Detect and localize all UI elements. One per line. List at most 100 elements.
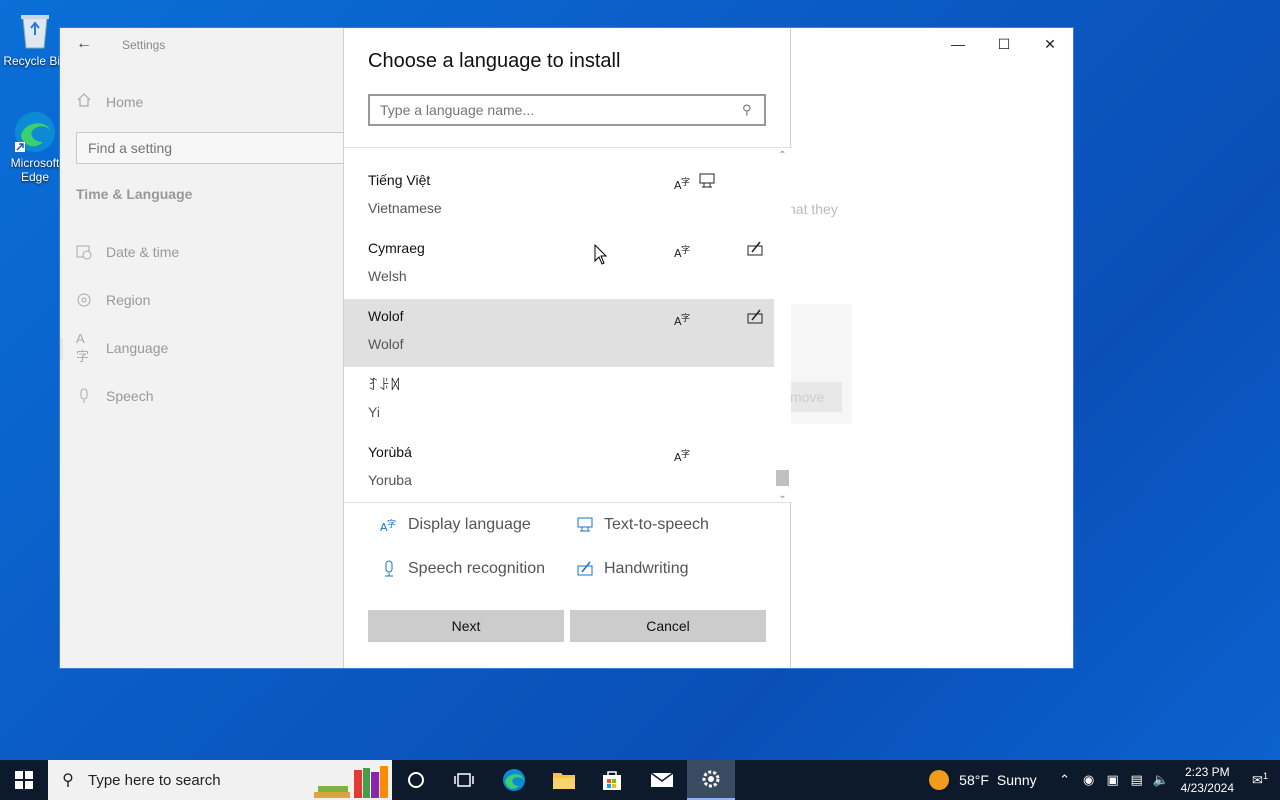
legend-handwriting: Handwriting — [576, 560, 688, 578]
language-english-name: Wolof — [368, 336, 404, 352]
svg-text:字: 字 — [387, 518, 396, 530]
mouse-cursor-icon — [594, 244, 608, 265]
file-explorer-button[interactable] — [540, 760, 588, 800]
nav-item-region[interactable]: Region — [76, 292, 150, 308]
text-to-speech-icon — [577, 517, 593, 532]
language-row-welsh[interactable]: Cymraeg Welsh A字 — [344, 231, 774, 299]
clock[interactable]: 2:23 PM 4/23/2024 — [1181, 764, 1234, 796]
close-button[interactable]: ✕ — [1027, 28, 1073, 60]
active-indicator — [60, 338, 63, 360]
legend-text-to-speech: Text-to-speech — [576, 516, 709, 534]
display-language-icon: A字 — [674, 244, 690, 260]
record-icon[interactable]: ◉ — [1077, 772, 1101, 788]
nav-item-label: Region — [106, 292, 151, 308]
language-row-vietnamese[interactable]: Tiếng Việt Vietnamese A字 — [344, 163, 774, 231]
nav-item-label: Language — [106, 340, 169, 356]
cancel-button[interactable]: Cancel — [570, 610, 766, 642]
mail-button[interactable] — [638, 760, 686, 800]
nav-item-label: Speech — [106, 388, 154, 404]
language-list: Tiếng Việt Vietnamese A字 Cymraeg Welsh A… — [344, 147, 792, 503]
cortana-circle-icon — [408, 772, 424, 788]
background-text: hat they — [788, 201, 838, 217]
weather-temp[interactable]: 58°F — [959, 772, 989, 788]
language-row-yoruba[interactable]: Yorùbá Yoruba A字 — [344, 435, 774, 502]
nav-item-language[interactable]: A字 Language — [76, 331, 169, 364]
language-search-input[interactable] — [370, 96, 730, 124]
language-english-name: Welsh — [368, 268, 407, 284]
store-bag-icon — [603, 771, 621, 790]
nav-item-label: Date & time — [106, 244, 180, 260]
folder-icon — [553, 773, 575, 789]
list-scrollbar[interactable]: ⌃ ⌄ — [774, 148, 791, 502]
language-search-box: ⚲ — [368, 94, 766, 126]
chevron-up-icon[interactable]: ⌃ — [1053, 772, 1077, 788]
clock-time: 2:23 PM — [1184, 765, 1230, 779]
dialog-title: Choose a language to install — [368, 50, 621, 72]
next-button[interactable]: Next — [368, 610, 564, 642]
calendar-clock-icon — [76, 244, 92, 260]
scroll-thumb[interactable] — [776, 470, 789, 486]
mail-envelope-icon — [650, 772, 674, 787]
clock-date: 4/23/2024 — [1180, 781, 1234, 795]
maximize-button[interactable]: ☐ — [981, 28, 1027, 60]
edge-icon — [13, 110, 57, 154]
legend-label: Display language — [408, 516, 531, 533]
edge-taskbar-button[interactable] — [490, 760, 538, 800]
svg-text:字: 字 — [681, 176, 690, 188]
search-icon: ⚲ — [62, 772, 74, 789]
display-language-icon: A字 — [674, 448, 690, 464]
legend-label: Text-to-speech — [604, 516, 709, 533]
nav-home-label: Home — [106, 93, 144, 110]
language-english-name: Vietnamese — [368, 200, 442, 216]
minimize-button[interactable]: — — [935, 28, 981, 60]
window-controls: — ☐ ✕ — [935, 28, 1073, 60]
volume-muted-icon[interactable]: 🔈 — [1149, 772, 1173, 788]
find-setting-input[interactable] — [76, 132, 346, 164]
nav-home[interactable]: Home — [76, 92, 143, 111]
language-row-yi[interactable]: ꆈꌠꉙ Yi — [344, 367, 774, 435]
globe-icon — [76, 292, 92, 308]
start-button[interactable] — [0, 760, 48, 800]
language-english-name: Yoruba — [368, 472, 412, 488]
scroll-down-arrow-icon[interactable]: ⌄ — [774, 488, 791, 502]
desktop-icon-label: Microsoft Edge — [10, 156, 60, 184]
store-button[interactable] — [588, 760, 636, 800]
legend-label: Speech recognition — [408, 560, 545, 577]
back-arrow-icon[interactable]: ← — [74, 34, 94, 54]
notification-icon[interactable]: ✉1 — [1248, 771, 1272, 788]
window-title: Settings — [122, 38, 166, 52]
language-icon: A字 — [76, 331, 90, 364]
task-view-icon — [454, 773, 474, 787]
handwriting-icon — [747, 309, 763, 324]
svg-text:字: 字 — [681, 448, 690, 460]
windows-logo-icon — [15, 771, 33, 789]
settings-sidebar: ← Settings Home Time & Language Date & t… — [60, 28, 346, 668]
nav-item-date-time[interactable]: Date & time — [76, 244, 179, 260]
settings-taskbar-button[interactable] — [687, 760, 735, 800]
task-view-button[interactable] — [440, 760, 488, 800]
legend-label: Handwriting — [604, 560, 689, 577]
language-native-name: ꆈꌠꉙ — [368, 377, 401, 393]
scroll-up-arrow-icon[interactable]: ⌃ — [774, 148, 791, 164]
display-language-icon: A字 — [380, 518, 396, 534]
language-native-name: Yorùbá — [368, 444, 412, 460]
system-tray: 58°F Sunny ⌃ ◉ ▣ ▤ 🔈 2:23 PM 4/23/2024 ✉… — [929, 760, 1280, 800]
choose-language-dialog: Choose a language to install ⚲ Tiếng Việ… — [343, 28, 792, 668]
legend-display-language: A字 Display language — [380, 516, 531, 534]
network-icon[interactable]: ▤ — [1125, 772, 1149, 788]
taskbar: ⚲ Type here to search 58°F Sunny ⌃ ◉ ▣ ▤… — [0, 760, 1280, 800]
desktop-icon-label: Recycle Bin — [3, 54, 67, 68]
display-language-icon: A字 — [674, 176, 690, 192]
notification-count: 1 — [1262, 771, 1268, 782]
language-row-wolof[interactable]: Wolof Wolof A字 — [344, 299, 774, 367]
books-illustration-icon — [314, 766, 388, 798]
section-title: Time & Language — [76, 186, 193, 202]
legend-speech-recognition: Speech recognition — [380, 560, 545, 578]
meet-now-icon[interactable]: ▣ — [1101, 772, 1125, 788]
nav-item-speech[interactable]: Speech — [76, 388, 153, 404]
weather-condition[interactable]: Sunny — [997, 772, 1037, 788]
sun-weather-icon[interactable] — [929, 770, 950, 790]
cortana-button[interactable] — [392, 760, 440, 800]
display-language-icon: A字 — [674, 312, 690, 328]
search-icon: ⚲ — [742, 102, 752, 117]
